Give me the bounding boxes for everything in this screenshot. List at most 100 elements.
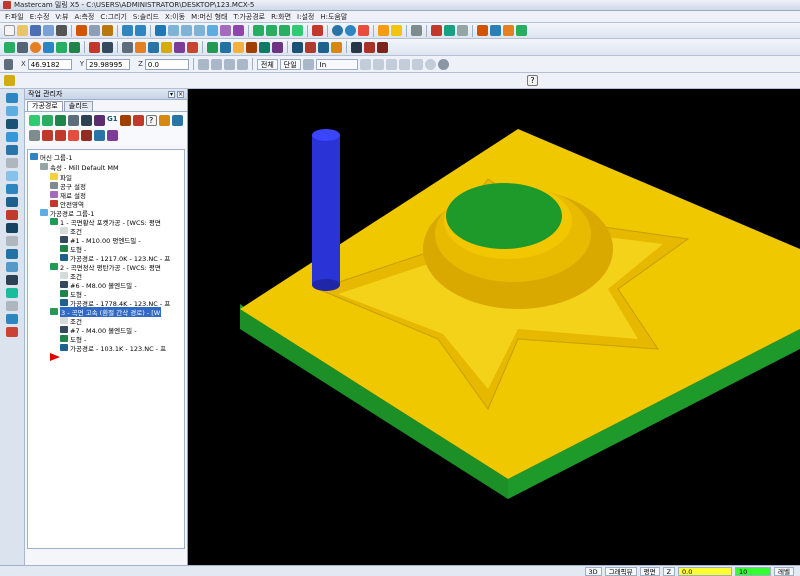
trim-break-icon[interactable] — [89, 41, 100, 53]
tree-node[interactable]: 가공경로 - 103.1K - 123.NC - 프 — [60, 343, 166, 353]
analyze-icon[interactable] — [312, 25, 323, 36]
graphics-view-button[interactable]: 그래픽뷰 — [604, 566, 637, 576]
select-none-icon[interactable] — [424, 58, 436, 70]
delete-icon[interactable] — [102, 41, 113, 53]
spline-icon[interactable] — [56, 41, 67, 53]
unzoom-icon[interactable] — [207, 25, 218, 36]
save-icon[interactable] — [30, 25, 41, 36]
layer-icon[interactable] — [122, 41, 133, 53]
toolpath-icon-2[interactable] — [6, 106, 18, 116]
cylinder-icon[interactable] — [6, 184, 18, 194]
tree-node[interactable]: 2 - 곡면정삭 평탄가공 - [WCS: 평면 — [50, 262, 161, 272]
solid-icon[interactable] — [233, 41, 244, 53]
g1-post-button[interactable]: G1 — [107, 115, 118, 128]
paste-icon[interactable] — [102, 25, 113, 36]
drill-icon[interactable] — [292, 41, 303, 53]
select-mode-icon[interactable] — [302, 58, 314, 70]
fit-screen-icon[interactable] — [155, 25, 166, 36]
contour-icon[interactable] — [305, 41, 316, 53]
wireframe-icon[interactable] — [220, 41, 231, 53]
select-polygon-icon[interactable] — [385, 58, 397, 70]
tree-node-selected[interactable]: 3 - 곡면 고속 (환절 간삭 경로) - [W — [50, 306, 162, 317]
select-chain-icon[interactable] — [359, 58, 371, 70]
cone-icon[interactable] — [6, 197, 18, 207]
level-button[interactable]: 레벨 — [774, 566, 794, 576]
revolve-icon[interactable] — [259, 41, 270, 53]
edit-icon[interactable] — [4, 75, 15, 86]
pin-button[interactable]: ▾ — [168, 90, 175, 98]
show-associated-icon[interactable] — [107, 129, 118, 141]
surface-tool-icon[interactable] — [6, 275, 18, 285]
redo-icon[interactable] — [135, 25, 146, 36]
select-dirty-ops-icon[interactable] — [42, 115, 53, 126]
close-panel-button[interactable]: × — [177, 90, 184, 98]
menu-toolpaths[interactable]: T:가공경로 — [230, 12, 268, 22]
attribute-icon[interactable] — [148, 41, 159, 53]
zoom-out-icon[interactable] — [194, 25, 205, 36]
move-up-icon[interactable] — [55, 129, 66, 141]
menu-create[interactable]: C:그리기 — [97, 12, 130, 22]
sphere-tool-icon[interactable] — [6, 210, 18, 220]
rotate-icon[interactable] — [503, 25, 514, 36]
rectangle-icon[interactable] — [69, 41, 80, 53]
verify-ops-icon[interactable] — [94, 115, 105, 126]
surface-icon[interactable] — [207, 41, 218, 53]
line-icon[interactable] — [17, 41, 28, 53]
ops-help-icon[interactable]: ? — [145, 115, 157, 126]
snap-icon[interactable] — [223, 58, 235, 70]
menu-analyze[interactable]: A:측정 — [71, 12, 97, 22]
view-3d-button[interactable]: 3D — [584, 566, 602, 576]
graphics-viewport[interactable] — [188, 89, 800, 565]
trim-icon[interactable] — [431, 25, 442, 36]
shade-icon[interactable] — [233, 25, 244, 36]
verify-icon[interactable] — [358, 25, 369, 36]
new-file-icon[interactable] — [4, 25, 15, 36]
mask-icon[interactable] — [174, 41, 185, 53]
toolpath-icon-1[interactable] — [6, 93, 18, 103]
menu-file[interactable]: F:파일 — [2, 12, 27, 22]
undo-icon[interactable] — [122, 25, 133, 36]
point-icon[interactable] — [4, 41, 15, 53]
box-icon[interactable] — [6, 171, 18, 181]
chain-icon[interactable] — [444, 25, 455, 36]
repaint-icon[interactable] — [220, 25, 231, 36]
help-icon[interactable]: ? — [527, 75, 538, 86]
insert-after-icon[interactable] — [81, 129, 92, 141]
ruled-icon[interactable] — [6, 288, 18, 298]
pocket-icon[interactable] — [318, 41, 329, 53]
clear-color-icon[interactable] — [187, 41, 198, 53]
top-view-icon[interactable] — [253, 25, 264, 36]
tab-solids[interactable]: 솔리드 — [63, 101, 94, 111]
open-file-icon[interactable] — [17, 25, 28, 36]
grid-snap-icon[interactable] — [236, 58, 248, 70]
tab-toolpaths[interactable]: 가공경로 — [27, 101, 63, 111]
toggle-posting-icon[interactable] — [29, 129, 40, 141]
menu-xform[interactable]: X:이동 — [162, 12, 188, 22]
wand-icon[interactable] — [411, 25, 422, 36]
menu-edit[interactable]: E:수정 — [27, 12, 53, 22]
high-feed-icon[interactable] — [119, 115, 131, 126]
iso-view-icon[interactable] — [292, 25, 303, 36]
backplot-ops-icon[interactable] — [81, 115, 92, 126]
scale-icon[interactable] — [516, 25, 527, 36]
select-all-ops-icon[interactable] — [29, 115, 40, 126]
zoom-in-icon[interactable] — [181, 25, 192, 36]
side-view-icon[interactable] — [279, 25, 290, 36]
mesh-icon[interactable] — [6, 249, 18, 259]
z-depth-field[interactable]: 0.0 — [678, 566, 733, 576]
circle-icon[interactable] — [30, 41, 41, 53]
star-icon[interactable] — [391, 25, 402, 36]
ruler-icon[interactable] — [457, 25, 468, 36]
globe-icon[interactable] — [332, 25, 343, 36]
post-icon[interactable] — [377, 41, 388, 53]
cut-icon[interactable] — [76, 25, 87, 36]
fence-icon[interactable] — [6, 262, 18, 272]
selection-mode-dropdown[interactable]: In — [315, 58, 358, 70]
dimension-icon[interactable] — [6, 327, 18, 337]
arc-icon[interactable] — [6, 119, 18, 129]
x-coordinate-field[interactable]: 46.9182 — [27, 58, 72, 70]
move-down-icon[interactable] — [42, 129, 53, 141]
verify-toolpath-icon[interactable] — [351, 41, 362, 53]
torus-icon[interactable] — [6, 223, 18, 233]
copy-icon[interactable] — [89, 25, 100, 36]
